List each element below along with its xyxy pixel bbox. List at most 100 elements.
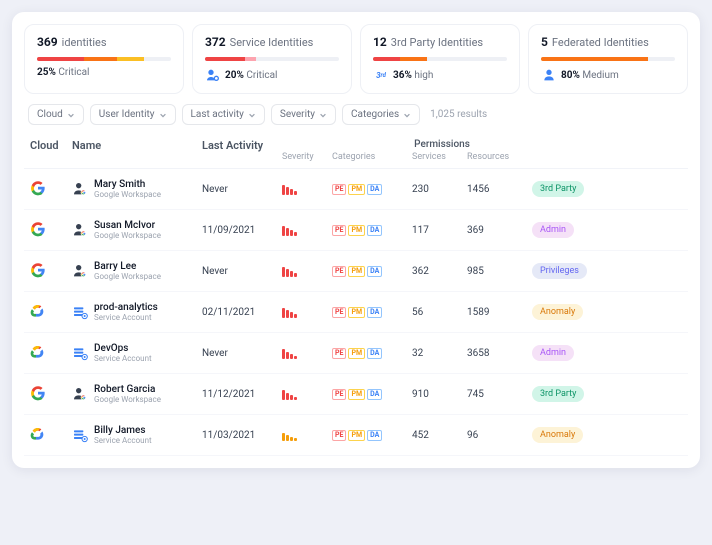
stat-sub: 80% Medium (541, 67, 675, 83)
resources-count: 1589 (467, 307, 532, 318)
cloud-cell (30, 303, 72, 322)
row-badge: Anomaly (532, 304, 583, 320)
filter-last-activity[interactable]: Last activity (182, 104, 265, 125)
stat-bar (373, 57, 507, 61)
cat-pm: PM (348, 307, 365, 318)
user-type-icon (72, 222, 88, 238)
severity-bars (282, 388, 332, 400)
row-sub: Google Workspace (94, 190, 161, 199)
categories-cell: PEPMDA (332, 307, 412, 318)
resources-count: 1456 (467, 184, 532, 195)
services-count: 452 (412, 430, 467, 441)
severity-bars (282, 224, 332, 236)
cat-pe: PE (332, 430, 346, 441)
stat-bar (205, 57, 339, 61)
user-type-icon (72, 386, 88, 402)
cat-pm: PM (348, 225, 365, 236)
stat-title: 12 3rd Party Identities (373, 35, 507, 49)
row-badge: Privileges (532, 263, 587, 279)
row-name: Mary Smith (94, 179, 161, 190)
filter-label: Severity (280, 109, 315, 120)
google-icon (30, 221, 46, 237)
severity-bars (282, 306, 332, 318)
table-row[interactable]: Barry LeeGoogle Workspace Never PEPMDA 3… (24, 251, 688, 292)
badge-cell: Admin (532, 345, 612, 361)
last-activity: 11/09/2021 (202, 225, 282, 236)
cat-da: DA (367, 389, 382, 400)
stat-title: 5 Federated Identities (541, 35, 675, 49)
row-name: Barry Lee (94, 261, 161, 272)
cat-da: DA (367, 307, 382, 318)
filter-severity[interactable]: Severity (271, 104, 336, 125)
dashboard-card: 369 identities 25% Critical 372 Service … (12, 12, 700, 468)
last-activity: 02/11/2021 (202, 307, 282, 318)
stat-card-3[interactable]: 5 Federated Identities 80% Medium (528, 24, 688, 94)
resources-count: 745 (467, 389, 532, 400)
filter-label: User Identity (99, 109, 155, 120)
categories-cell: PEPMDA (332, 266, 412, 277)
col-cloud: Cloud (30, 139, 72, 152)
name-cell: DevOpsService Account (72, 343, 202, 363)
last-activity: Never (202, 266, 282, 277)
badge-cell: Privileges (532, 263, 612, 279)
filter-categories[interactable]: Categories (342, 104, 420, 125)
cat-pm: PM (348, 430, 365, 441)
chevron-down-icon (248, 111, 256, 119)
cat-pe: PE (332, 389, 346, 400)
last-activity: Never (202, 184, 282, 195)
user-type-icon (72, 263, 88, 279)
stats-row: 369 identities 25% Critical 372 Service … (24, 24, 688, 94)
services-count: 230 (412, 184, 467, 195)
service-type-icon (72, 345, 88, 361)
row-name: Robert Garcia (94, 384, 161, 395)
categories-cell: PEPMDA (332, 225, 412, 236)
stat-title: 369 identities (37, 35, 171, 49)
table-row[interactable]: Billy JamesService Account 11/03/2021 PE… (24, 415, 688, 456)
row-sub: Service Account (94, 436, 152, 445)
stat-card-0[interactable]: 369 identities 25% Critical (24, 24, 184, 94)
stat-card-1[interactable]: 372 Service Identities 20% Critical (192, 24, 352, 94)
row-name: Susan McIvor (94, 220, 161, 231)
gcp-icon (30, 303, 46, 319)
results-count: 1,025 results (430, 109, 487, 120)
services-count: 910 (412, 389, 467, 400)
service-icon (205, 67, 221, 83)
col-categories: Categories (332, 152, 412, 162)
identities-table: Cloud Name Last Activity Permissions Sev… (24, 133, 688, 456)
table-row[interactable]: Mary SmithGoogle Workspace Never PEPMDA … (24, 169, 688, 210)
gcp-icon (30, 344, 46, 360)
badge-cell: Admin (532, 222, 612, 238)
name-cell: prod-analyticsService Account (72, 302, 202, 322)
name-cell: Billy JamesService Account (72, 425, 202, 445)
row-badge: 3rd Party (532, 386, 584, 402)
filter-user-identity[interactable]: User Identity (90, 104, 176, 125)
row-badge: Admin (532, 222, 574, 238)
cat-da: DA (367, 184, 382, 195)
row-sub: Google Workspace (94, 231, 161, 240)
last-activity: 11/03/2021 (202, 430, 282, 441)
cat-pe: PE (332, 266, 346, 277)
badge-cell: 3rd Party (532, 386, 612, 402)
name-cell: Susan McIvorGoogle Workspace (72, 220, 202, 240)
row-name: prod-analytics (94, 302, 158, 313)
services-count: 117 (412, 225, 467, 236)
stat-card-2[interactable]: 12 3rd Party Identities 3rd36% high (360, 24, 520, 94)
cloud-cell (30, 221, 72, 240)
row-sub: Google Workspace (94, 272, 161, 281)
filter-cloud[interactable]: Cloud (28, 104, 84, 125)
resources-count: 3658 (467, 348, 532, 359)
last-activity: Never (202, 348, 282, 359)
table-row[interactable]: Robert GarciaGoogle Workspace 11/12/2021… (24, 374, 688, 415)
row-badge: 3rd Party (532, 181, 584, 197)
cat-da: DA (367, 430, 382, 441)
table-row[interactable]: Susan McIvorGoogle Workspace 11/09/2021 … (24, 210, 688, 251)
cat-da: DA (367, 225, 382, 236)
stat-sub: 25% Critical (37, 67, 171, 78)
table-row[interactable]: prod-analyticsService Account 02/11/2021… (24, 292, 688, 333)
gcp-icon (30, 426, 46, 442)
cloud-cell (30, 262, 72, 281)
filter-bar: Cloud User Identity Last activity Severi… (24, 104, 688, 125)
table-row[interactable]: DevOpsService Account Never PEPMDA 32 36… (24, 333, 688, 374)
col-resources: Resources (467, 152, 532, 162)
categories-cell: PEPMDA (332, 389, 412, 400)
